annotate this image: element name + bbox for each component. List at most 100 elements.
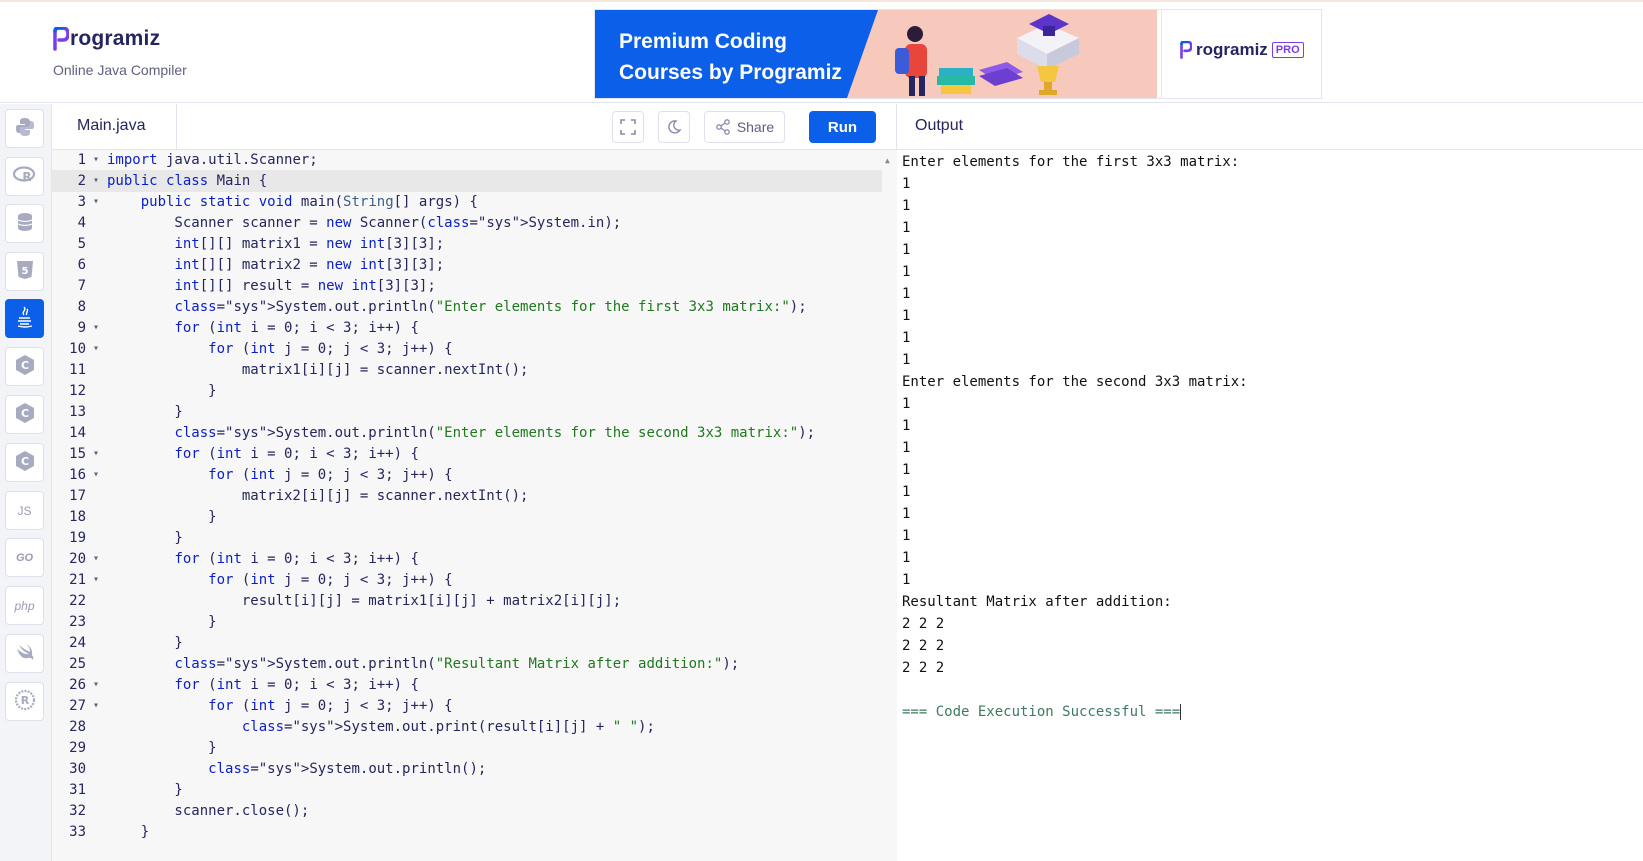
language-sidebar: R 5 C C C JS GO php R [0,104,52,861]
output-line: 1 [902,220,911,236]
fold-arrow-icon[interactable]: ▾ [93,317,99,339]
code-line[interactable]: 5 int[][] matrix1 = new int[3][3]; [52,233,882,255]
sidebar-item-cpp[interactable]: C [5,395,44,434]
code-line[interactable]: 31 } [52,779,882,801]
fullscreen-button[interactable] [612,111,644,143]
code-text: for (int i = 0; i < 3; i++) { [174,551,419,567]
code-text: for (int i = 0; i < 3; i++) { [174,446,419,462]
code-line[interactable]: 14 class="sys">System.out.println("Enter… [52,422,882,444]
line-number: 31 [69,782,86,798]
fold-arrow-icon[interactable]: ▾ [93,548,99,570]
page-subtitle: Online Java Compiler [53,62,187,78]
line-number: 9 [77,320,86,336]
pro-badge: PRO [1271,42,1304,58]
site-header: rogramiz Online Java Compiler Premium Co… [0,2,1643,103]
code-line[interactable]: 20 ▾ for (int i = 0; i < 3; i++) { [52,548,882,570]
sidebar-item-php[interactable]: php [5,586,44,625]
output-console[interactable]: Enter elements for the first 3x3 matrix:… [902,151,1632,723]
code-text: for (int j = 0; j < 3; j++) { [208,341,453,357]
code-line[interactable]: 27 ▾ for (int j = 0; j < 3; j++) { [52,695,882,717]
code-line[interactable]: 29 } [52,737,882,759]
sidebar-item-java[interactable] [5,299,44,338]
sidebar-item-go[interactable]: GO [5,538,44,577]
banner-illustration-art [895,14,1079,96]
code-text: class="sys">System.out.print(result[i][j… [241,719,655,735]
code-line[interactable]: 33 } [52,821,882,843]
fold-arrow-icon[interactable]: ▾ [93,569,99,591]
code-text: } [107,404,183,420]
python-icon [15,117,35,140]
code-line[interactable]: 9 ▾ for (int i = 0; i < 3; i++) { [52,317,882,339]
code-text: for (int j = 0; j < 3; j++) { [208,467,453,483]
code-line[interactable]: 3 ▾ public static void main(String[] args… [52,191,882,213]
code-line[interactable]: 21 ▾ for (int j = 0; j < 3; j++) { [52,569,882,591]
code-line[interactable]: 26 ▾ for (int i = 0; i < 3; i++) { [52,674,882,696]
share-icon [715,119,730,135]
sidebar-item-c-lang[interactable]: C [5,347,44,386]
code-line[interactable]: 6 int[][] matrix2 = new int[3][3]; [52,254,882,276]
output-line: 1 [902,550,911,566]
output-line: 1 [902,396,911,412]
code-line[interactable]: 7 int[][] result = new int[3][3]; [52,275,882,297]
line-number: 24 [69,635,86,651]
code-line[interactable]: 11 matrix1[i][j] = scanner.nextInt(); [52,359,882,381]
dark-mode-button[interactable] [658,111,690,143]
code-text: public static void main(String[] args) { [140,194,478,210]
fold-arrow-icon[interactable]: ▾ [93,695,99,717]
programiz-logo[interactable]: rogramiz [53,27,160,51]
line-number: 17 [69,488,86,504]
fold-arrow-icon[interactable]: ▾ [93,443,99,465]
code-line[interactable]: 10 ▾ for (int j = 0; j < 3; j++) { [52,338,882,360]
code-line[interactable]: 4 Scanner scanner = new Scanner(class="s… [52,212,882,234]
sidebar-item-html5[interactable]: 5 [5,252,44,291]
code-line[interactable]: 1 ▾ import java.util.Scanner; [52,150,882,171]
file-tab-main-java[interactable]: Main.java [52,104,177,150]
output-line: Enter elements for the second 3x3 matrix… [902,374,1248,390]
fold-arrow-icon[interactable]: ▾ [93,150,99,171]
sidebar-item-rust[interactable]: R [5,682,44,721]
code-line[interactable]: 23 } [52,611,882,633]
fold-arrow-icon[interactable]: ▾ [93,338,99,360]
code-line[interactable]: 17 matrix2[i][j] = scanner.nextInt(); [52,485,882,507]
sidebar-item-csharp[interactable]: C [5,443,44,482]
sidebar-item-sql-database[interactable] [5,204,44,243]
run-button[interactable]: Run [809,111,876,143]
code-text: Scanner scanner = new Scanner(class="sys… [107,215,622,231]
code-line[interactable]: 24 } [52,632,882,654]
code-text: int[][] result = new int[3][3]; [174,278,436,294]
code-area[interactable]: ▲ 1 ▾ import java.util.Scanner; 2 ▾ public cl… [52,150,897,861]
code-line[interactable]: 25 class="sys">System.out.println("Resul… [52,653,882,675]
code-text: } [107,635,183,651]
scroll-up-arrow-icon[interactable]: ▲ [885,156,890,165]
banner-illustration [847,10,1157,98]
line-number: 4 [77,215,86,231]
code-line[interactable]: 22 result[i][j] = matrix1[i][j] + matrix… [52,590,882,612]
line-number: 18 [69,509,86,525]
code-line[interactable]: 12 } [52,380,882,402]
code-line[interactable]: 32 scanner.close(); [52,800,882,822]
promo-banner[interactable]: Premium Coding Courses by Programiz rogr… [594,9,1322,99]
fold-arrow-icon[interactable]: ▾ [93,464,99,486]
line-number: 15 [69,446,86,462]
code-line[interactable]: 19 } [52,527,882,549]
share-button[interactable]: Share [704,111,785,143]
code-line[interactable]: 13 } [52,401,882,423]
sidebar-item-r-lang[interactable]: R [5,157,44,196]
code-line[interactable]: 16 ▾ for (int j = 0; j < 3; j++) { [52,464,882,486]
code-line[interactable]: 15 ▾ for (int i = 0; i < 3; i++) { [52,443,882,465]
code-line[interactable]: 28 class="sys">System.out.print(result[i… [52,716,882,738]
svg-text:R: R [22,170,31,184]
sidebar-item-swift[interactable] [5,634,44,673]
fold-arrow-icon[interactable]: ▾ [93,674,99,696]
code-line[interactable]: 2 ▾ public class Main { [52,170,882,192]
code-text: class="sys">System.out.println("Enter el… [174,299,807,315]
output-line: 1 [902,176,911,192]
code-line[interactable]: 18 } [52,506,882,528]
sidebar-item-python[interactable] [5,109,44,148]
code-line[interactable]: 30 class="sys">System.out.println(); [52,758,882,780]
fold-arrow-icon[interactable]: ▾ [93,191,99,213]
sidebar-item-javascript[interactable]: JS [5,491,44,530]
code-line[interactable]: 8 class="sys">System.out.println("Enter … [52,296,882,318]
fold-arrow-icon[interactable]: ▾ [93,170,99,192]
code-text: class="sys">System.out.println(); [208,761,487,777]
